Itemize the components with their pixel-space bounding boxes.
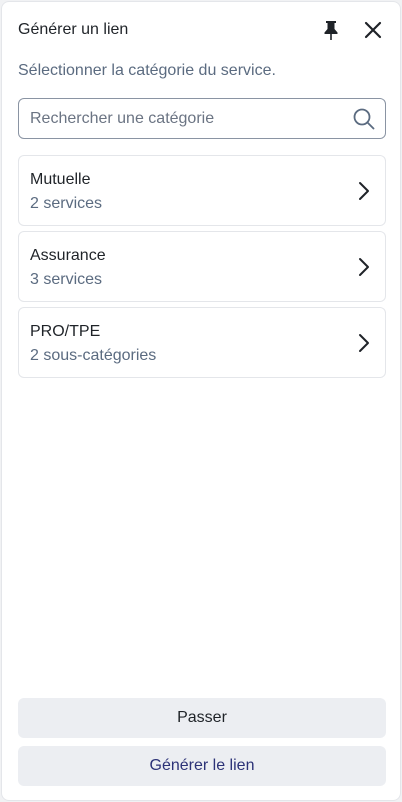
close-icon <box>364 21 382 39</box>
generate-link-button[interactable]: Générer le lien <box>18 746 386 786</box>
skip-button[interactable]: Passer <box>18 698 386 738</box>
panel-title: Générer un lien <box>18 21 129 38</box>
pin-button[interactable] <box>318 17 344 43</box>
instruction-text: Sélectionner la catégorie du service. <box>18 62 276 79</box>
category-name: Mutuelle <box>30 171 91 188</box>
close-button[interactable] <box>360 17 386 43</box>
panel-header: Générer un lien <box>18 16 388 44</box>
category-count: 3 services <box>30 271 103 288</box>
chevron-right-icon <box>359 258 369 276</box>
generate-link-panel: Générer un lien Sélectionner la catégori… <box>1 1 401 801</box>
search-input[interactable] <box>30 99 350 138</box>
category-item-mutuelle[interactable]: Mutuelle 2 services <box>18 155 386 226</box>
category-list: Mutuelle 2 services Assurance 3 services… <box>18 155 386 383</box>
category-item-pro-tpe[interactable]: PRO/TPE 2 sous-catégories <box>18 307 386 378</box>
pin-icon <box>324 21 338 40</box>
category-count: 2 services <box>30 195 103 212</box>
chevron-right-icon <box>359 334 369 352</box>
chevron-right-icon <box>359 182 369 200</box>
category-item-assurance[interactable]: Assurance 3 services <box>18 231 386 302</box>
category-count: 2 sous-catégories <box>30 347 157 364</box>
category-name: Assurance <box>30 247 106 264</box>
search-icon[interactable] <box>352 107 376 131</box>
category-name: PRO/TPE <box>30 323 101 340</box>
search-box <box>18 98 386 139</box>
